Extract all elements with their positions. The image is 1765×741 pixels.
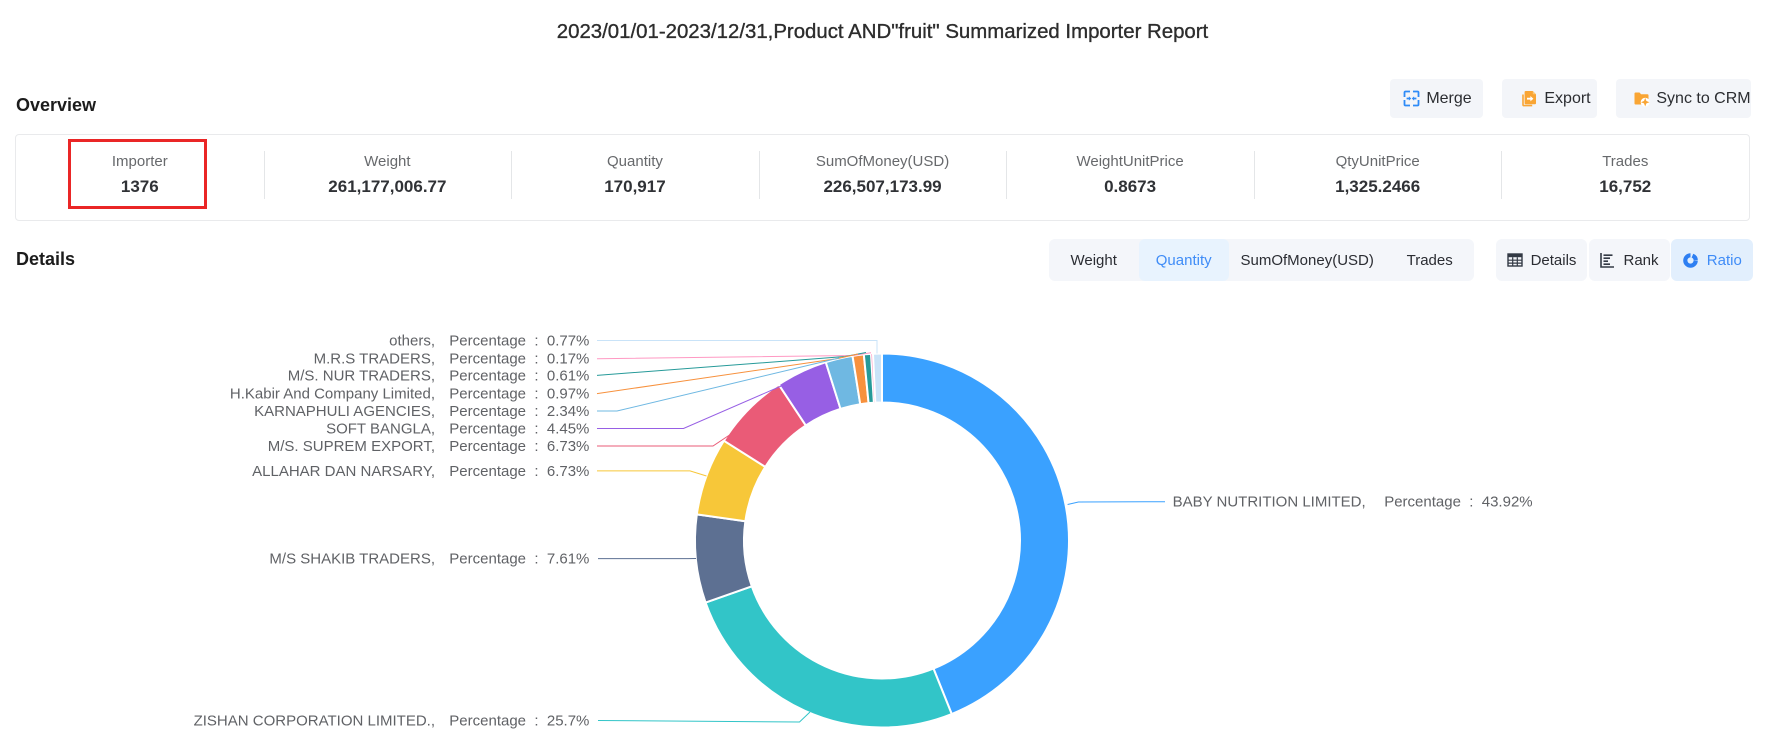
svg-text:Percentage : 0.97%: Percentage : 0.97% <box>449 386 589 403</box>
svg-text:Percentage : 7.61%: Percentage : 7.61% <box>449 551 589 568</box>
svg-text:M/S SHAKIB TRADERS,: M/S SHAKIB TRADERS, <box>269 551 435 568</box>
svg-text:ALLAHAR DAN NARSARY,: ALLAHAR DAN NARSARY, <box>252 463 435 480</box>
svg-text:H.Kabir And Company Limited,: H.Kabir And Company Limited, <box>230 386 435 403</box>
svg-text:Percentage : 2.34%: Percentage : 2.34% <box>449 403 589 420</box>
svg-text:Percentage : 0.61%: Percentage : 0.61% <box>449 367 589 384</box>
svg-text:Percentage : 0.77%: Percentage : 0.77% <box>449 332 589 349</box>
svg-text:KARNAPHULI AGENCIES,: KARNAPHULI AGENCIES, <box>254 403 435 420</box>
svg-text:Percentage : 4.45%: Percentage : 4.45% <box>449 420 589 437</box>
svg-text:Percentage : 43.92%: Percentage : 43.92% <box>1384 494 1532 511</box>
svg-text:others,: others, <box>389 332 435 349</box>
svg-text:Percentage : 25.7%: Percentage : 25.7% <box>449 712 589 729</box>
svg-text:M/S. NUR TRADERS,: M/S. NUR TRADERS, <box>288 367 435 384</box>
svg-text:M.R.S TRADERS,: M.R.S TRADERS, <box>314 351 435 368</box>
svg-text:Percentage : 0.17%: Percentage : 0.17% <box>449 351 589 368</box>
svg-text:SOFT BANGLA,: SOFT BANGLA, <box>326 420 435 437</box>
svg-text:ZISHAN CORPORATION LIMITED.,: ZISHAN CORPORATION LIMITED., <box>194 712 435 729</box>
svg-text:M/S. SUPREM EXPORT,: M/S. SUPREM EXPORT, <box>268 438 435 455</box>
svg-text:Percentage : 6.73%: Percentage : 6.73% <box>449 463 589 480</box>
svg-text:BABY NUTRITION LIMITED,: BABY NUTRITION LIMITED, <box>1173 494 1366 511</box>
svg-text:Percentage : 6.73%: Percentage : 6.73% <box>449 438 589 455</box>
